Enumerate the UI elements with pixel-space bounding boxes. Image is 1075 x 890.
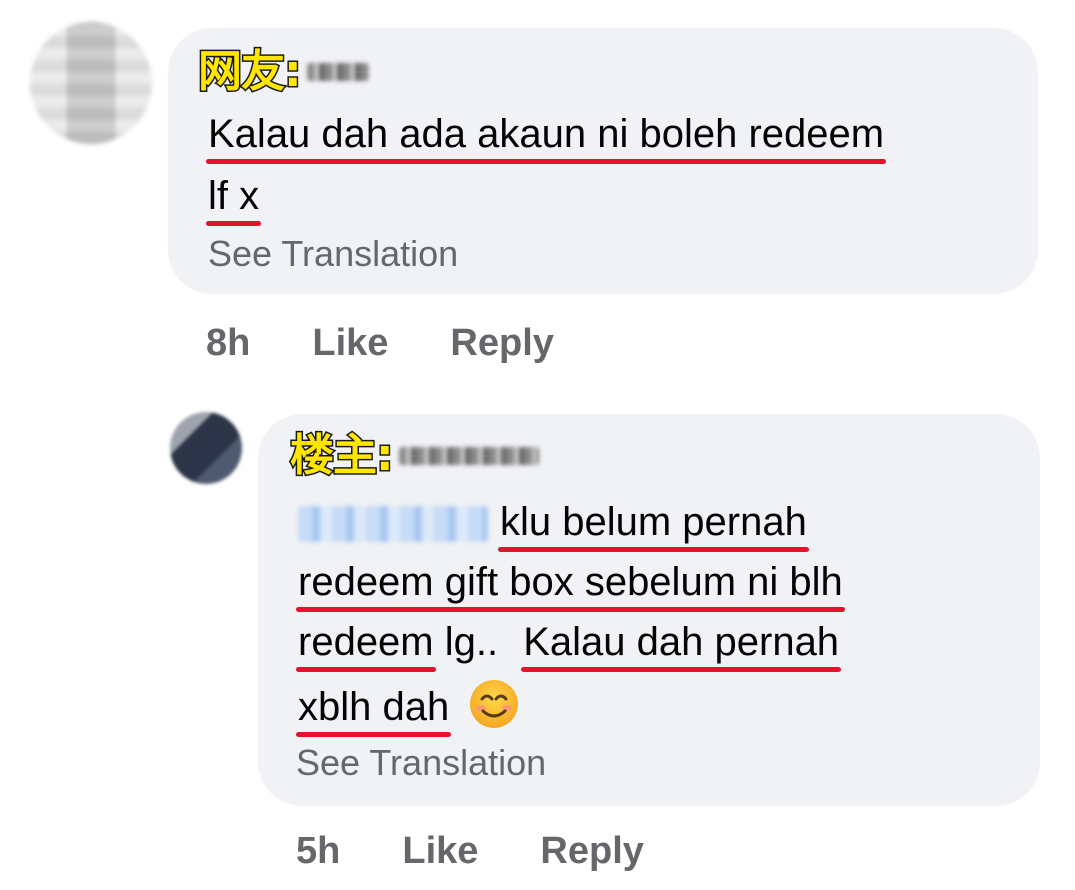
reply-bubble: 楼主: klu belum pernah redeem gift box seb… bbox=[258, 414, 1040, 806]
comment-text-line: Kalau dah ada akaun ni boleh redeem bbox=[205, 110, 887, 164]
reply-text-line: klu belum pernah bbox=[298, 498, 809, 552]
reply-text-segment: redeem bbox=[296, 620, 436, 672]
reply-text-segment: lg.. bbox=[444, 620, 499, 664]
see-translation-link[interactable]: See Translation bbox=[296, 742, 546, 784]
reply-author-avatar[interactable] bbox=[170, 412, 242, 484]
reply-button[interactable]: Reply bbox=[450, 322, 553, 365]
smiling-face-icon bbox=[468, 678, 520, 730]
reply-actions: 5h Like Reply bbox=[296, 830, 706, 873]
commenter-avatar[interactable] bbox=[30, 22, 152, 144]
author-name-redacted[interactable] bbox=[306, 63, 369, 81]
author-name-redacted[interactable] bbox=[398, 447, 539, 465]
author-tag-label: 网友: bbox=[197, 46, 304, 97]
see-translation-link[interactable]: See Translation bbox=[208, 233, 458, 275]
reply-button[interactable]: Reply bbox=[540, 830, 643, 873]
comment-text-line: lf x bbox=[205, 172, 262, 226]
comment-timestamp: 8h bbox=[206, 322, 251, 364]
like-button[interactable]: Like bbox=[402, 830, 478, 873]
reply-text-segment: redeem gift box sebelum ni blh bbox=[296, 560, 845, 612]
comment-text-segment: Kalau dah ada akaun ni boleh redeem bbox=[205, 112, 887, 164]
reply-timestamp: 5h bbox=[296, 830, 341, 872]
comment-bubble: 网友: Kalau dah ada akaun ni boleh redeem … bbox=[168, 28, 1038, 294]
reply-author[interactable]: 楼主: bbox=[289, 430, 539, 481]
comment-actions: 8h Like Reply bbox=[206, 322, 616, 365]
reply-text-segment: Kalau dah pernah bbox=[521, 620, 841, 672]
reply-text-line: redeem gift box sebelum ni blh bbox=[296, 558, 845, 612]
reply-text-line: xblh dah bbox=[295, 678, 520, 737]
reply-text-line: redeem lg.. Kalau dah pernah bbox=[296, 618, 841, 672]
author-tag-label: 楼主: bbox=[289, 430, 396, 481]
like-button[interactable]: Like bbox=[312, 322, 388, 365]
mention-tag-redacted[interactable] bbox=[298, 506, 488, 543]
comment-author[interactable]: 网友: bbox=[197, 46, 369, 97]
reply-text-segment: klu belum pernah bbox=[498, 500, 809, 552]
reply-text-segment: xblh dah bbox=[295, 685, 452, 737]
comment-thread: 网友: Kalau dah ada akaun ni boleh redeem … bbox=[0, 0, 1075, 890]
comment-text-segment: lf x bbox=[205, 174, 262, 226]
